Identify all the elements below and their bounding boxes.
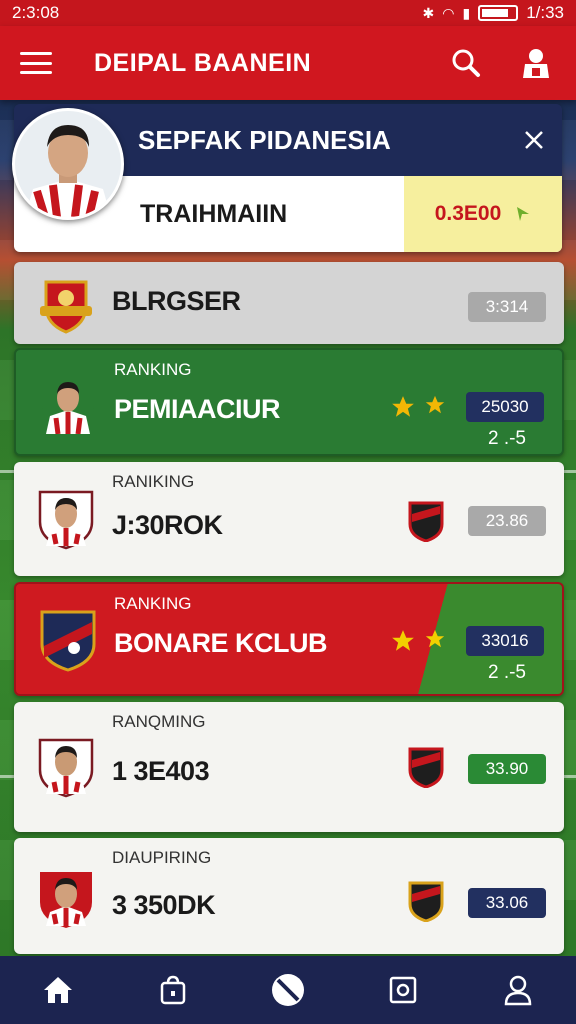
profile-button[interactable]: [516, 43, 556, 83]
avatar: [12, 108, 124, 220]
nav-shop[interactable]: [143, 960, 203, 1020]
row-title: 1 3E403: [112, 756, 210, 786]
hamburger-icon[interactable]: [20, 52, 52, 74]
nav-home[interactable]: [28, 960, 88, 1020]
search-button[interactable]: [446, 43, 486, 83]
nav-profile[interactable]: [488, 960, 548, 1020]
team-logo-icon: [408, 747, 444, 788]
player-avatar: [42, 376, 94, 434]
row-label: RANKING: [114, 360, 192, 379]
row-title: J:30ROK: [112, 510, 223, 540]
row-value-pill: 3:314: [468, 292, 546, 322]
club-crest-icon: [40, 280, 92, 334]
profile-name: SEPFAK PIDANESIA: [138, 124, 391, 155]
row-label: RANQMING: [112, 712, 206, 731]
search-icon: [452, 49, 480, 77]
app-bar: DEIPAL BAANEIN: [0, 26, 576, 100]
star-icon: [425, 629, 445, 648]
row-sub-value: 2 .-5: [487, 428, 526, 449]
ball-icon: [271, 974, 304, 1006]
home-icon: [43, 977, 72, 1003]
status-bar: 2:3:08 ✱ ◠ ▮ 1/:33: [0, 0, 576, 26]
team-logo-icon: [408, 881, 444, 922]
status-clock: 1/:33: [526, 3, 564, 22]
user-badge-icon: [523, 49, 549, 78]
close-icon: [525, 131, 543, 149]
rating-stars: [390, 394, 446, 420]
row-title: BLRGSER: [112, 286, 241, 316]
row-label: DIAUPIRING: [112, 848, 212, 867]
signal-icon: ▮: [462, 4, 471, 21]
club-crest-icon: [40, 610, 96, 672]
square-icon: [389, 976, 417, 1004]
row-label: RANIKING: [112, 472, 195, 491]
list-item[interactable]: DIAUPIRING 3 350DK 33.06: [14, 838, 564, 954]
wifi-icon: ◠: [442, 4, 455, 21]
profile-score: 0.3E00: [434, 202, 502, 225]
nav-stats[interactable]: [373, 960, 433, 1020]
row-value-pill: 25030: [466, 392, 544, 422]
app-title: DEIPAL BAANEIN: [94, 48, 312, 77]
row-label: RANKING: [114, 594, 192, 613]
team-logo-icon: [408, 501, 444, 542]
player-avatar: [40, 872, 92, 928]
row-sub-value: 2 .-5: [487, 662, 526, 683]
user-icon: [505, 975, 532, 1006]
list-item[interactable]: RANIKING J:30ROK 23.86: [14, 462, 564, 576]
rating-stars: [390, 628, 446, 654]
star-icon: [392, 630, 414, 651]
row-title: BONARE KCLUB: [114, 628, 328, 658]
row-value-pill: 33.06: [468, 888, 546, 918]
player-avatar: [38, 490, 94, 550]
list-item[interactable]: RANKING PEMIAACIUR 25030 2 .-5: [14, 348, 564, 456]
player-avatar: [38, 738, 94, 798]
list-item[interactable]: BLRGSER 3:314: [14, 262, 564, 344]
bluetooth-icon: ✱: [422, 4, 435, 21]
profile-score-box: 0.3E00: [404, 176, 562, 252]
status-time: 2:3:08: [12, 3, 60, 22]
row-title: 3 350DK: [112, 890, 216, 920]
list-item[interactable]: RANKING BONARE KCLUB 33016 2 .-5: [14, 582, 564, 696]
row-value-pill: 33.90: [468, 754, 546, 784]
bag-icon: [160, 975, 186, 1005]
list-item[interactable]: RANQMING 1 3E403 33.90: [14, 702, 564, 832]
nav-match[interactable]: [258, 960, 318, 1020]
arrow-flag-icon: [517, 207, 530, 221]
row-title: PEMIAACIUR: [114, 394, 281, 424]
battery-icon: [478, 5, 519, 21]
star-icon: [392, 396, 414, 417]
row-value-pill: 33016: [466, 626, 544, 656]
bottom-navigation: [0, 956, 576, 1024]
row-value-pill: 23.86: [468, 506, 546, 536]
star-icon: [425, 395, 445, 414]
close-button[interactable]: [514, 120, 554, 160]
